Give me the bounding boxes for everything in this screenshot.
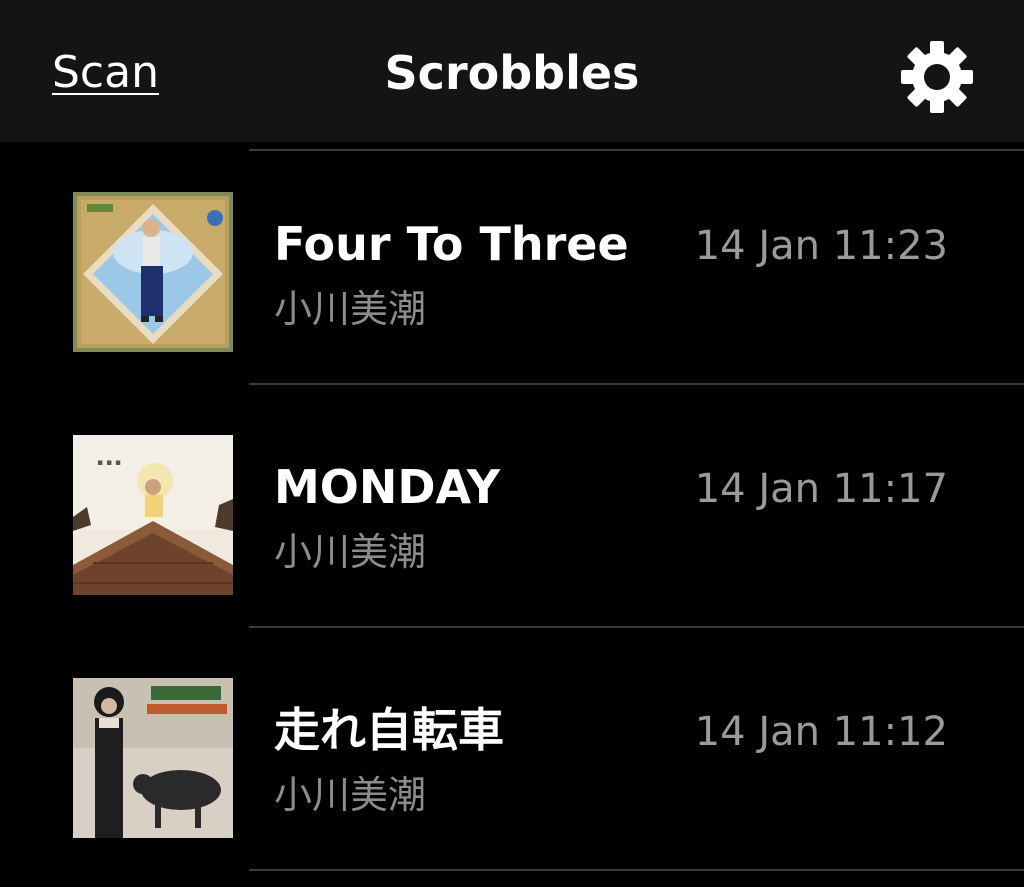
page-title: Scrobbles bbox=[384, 46, 640, 100]
list-item[interactable]: 走れ自転車 小川美潮 14 Jan 11:12 bbox=[0, 628, 1024, 871]
gear-icon[interactable] bbox=[898, 38, 976, 116]
track-title: Four To Three bbox=[274, 217, 629, 271]
scrobble-list: Four To Three 小川美潮 14 Jan 11:23 ▪ ▪ ▪ MO… bbox=[0, 142, 1024, 871]
album-art-icon: ▪ ▪ ▪ bbox=[73, 435, 233, 595]
album-art-icon bbox=[73, 678, 233, 838]
list-item[interactable]: ▪ ▪ ▪ MONDAY 小川美潮 14 Jan 11:17 bbox=[0, 385, 1024, 628]
artist-name: 小川美潮 bbox=[274, 287, 427, 331]
artist-name: 小川美潮 bbox=[274, 773, 427, 817]
scrobble-time: 14 Jan 11:17 bbox=[694, 466, 948, 512]
list-item[interactable]: Four To Three 小川美潮 14 Jan 11:23 bbox=[0, 142, 1024, 385]
scrobble-time: 14 Jan 11:23 bbox=[694, 223, 948, 269]
separator bbox=[249, 869, 1024, 871]
svg-text:▪ ▪ ▪: ▪ ▪ ▪ bbox=[97, 458, 121, 468]
track-title: MONDAY bbox=[274, 460, 501, 514]
navigation-bar: Scan Scrobbles bbox=[0, 0, 1024, 142]
track-title: 走れ自転車 bbox=[274, 703, 504, 757]
scrobble-time: 14 Jan 11:12 bbox=[694, 709, 948, 755]
artist-name: 小川美潮 bbox=[274, 530, 427, 574]
album-art-icon bbox=[73, 192, 233, 352]
separator bbox=[249, 149, 1024, 151]
